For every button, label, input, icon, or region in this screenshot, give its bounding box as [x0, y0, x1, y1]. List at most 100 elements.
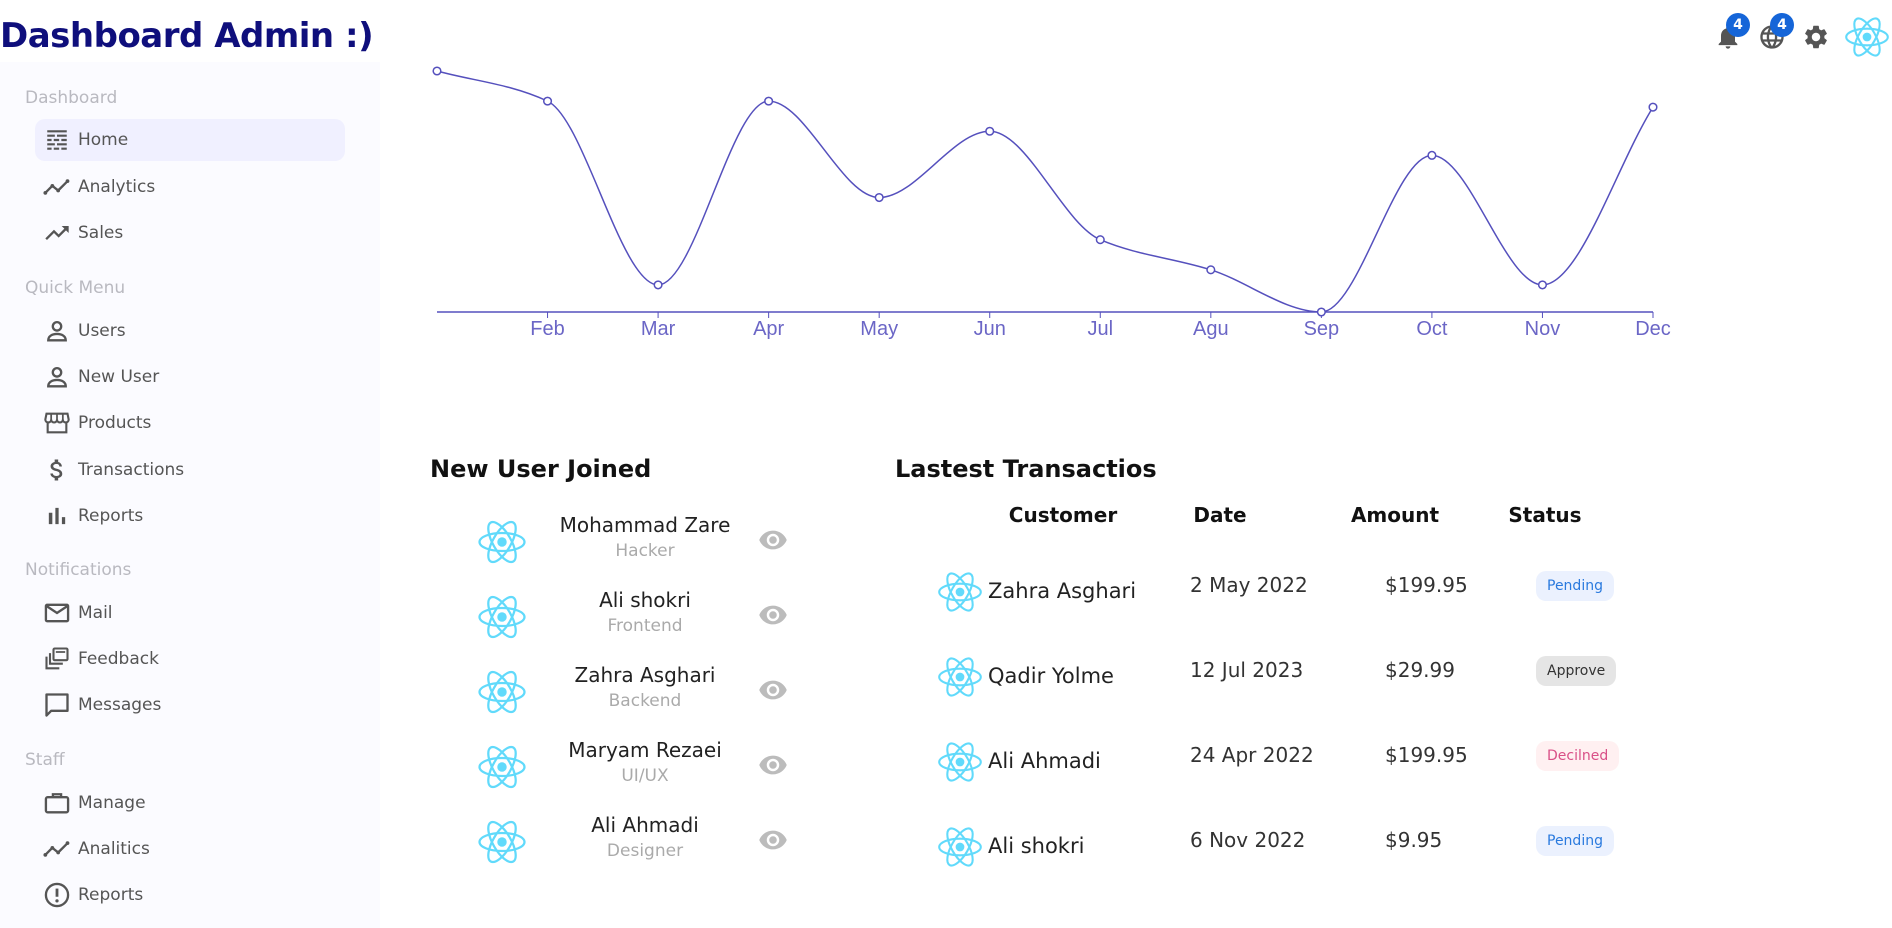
user-name: Mohammad Zare — [559, 513, 731, 537]
chart-svg: Feb Mar Apr May Jun Jul Agu Sep Oct Nov Dec — [432, 66, 1671, 340]
topbar-icons: 4 4 — [1706, 12, 1892, 62]
react-avatar-icon — [938, 657, 982, 697]
user-job: Backend — [608, 691, 682, 711]
eye-icon — [759, 530, 787, 550]
transaction-date: 12 Jul 2023 — [1190, 658, 1304, 682]
timeline-icon — [41, 171, 73, 203]
sidebar-item-feedback[interactable]: Feedback — [35, 638, 345, 680]
user-name: Ali shokri — [599, 588, 691, 612]
transactions-widget: Lastest Transactios Customer Date Amount… — [895, 455, 1675, 875]
transaction-date: 2 May 2022 — [1190, 573, 1308, 597]
settings-button[interactable] — [1794, 15, 1838, 59]
sidebar-item-analytics[interactable]: Analytics — [35, 166, 345, 208]
eye-icon — [759, 605, 787, 625]
sidebar-item-analitics[interactable]: Analitics — [35, 828, 345, 870]
sidebar-item-label: Sales — [78, 223, 124, 243]
sidebar-section-quick-menu: Quick Menu — [25, 278, 126, 298]
x-tick-label: Nov — [1525, 318, 1561, 340]
data-point[interactable] — [542, 96, 553, 106]
user-name: Ali Ahmadi — [591, 813, 699, 837]
sales-line-chart: Feb Mar Apr May Jun Jul Agu Sep Oct Nov Dec — [420, 55, 1680, 355]
user-icon — [41, 315, 73, 347]
sidebar-item-products[interactable]: Products — [35, 402, 345, 444]
view-user-button[interactable] — [755, 600, 791, 630]
sidebar-item-users[interactable]: Users — [35, 310, 345, 352]
react-avatar-icon — [1845, 17, 1889, 57]
notifications-button[interactable]: 4 — [1706, 13, 1750, 59]
transaction-amount: $199.95 — [1385, 573, 1468, 597]
sidebar-section-staff: Staff — [25, 750, 65, 770]
view-user-button[interactable] — [755, 675, 791, 705]
data-point[interactable] — [653, 280, 663, 290]
language-badge: 4 — [1770, 13, 1794, 37]
sidebar-item-new-user[interactable]: New User — [35, 356, 345, 398]
customer-name: Qadir Yolme — [988, 664, 1114, 688]
sidebar: Dashboard Home Analytics Sales Quick Men… — [0, 62, 380, 928]
react-avatar-icon — [478, 820, 526, 864]
react-avatar-icon — [478, 595, 526, 639]
language-button[interactable]: 4 — [1750, 13, 1794, 59]
status-badge[interactable]: Approve — [1536, 656, 1617, 686]
status-badge[interactable]: Pending — [1536, 571, 1614, 601]
data-point[interactable] — [1427, 150, 1437, 160]
x-tick-label: Dec — [1635, 318, 1671, 340]
x-tick-label: Agu — [1193, 318, 1229, 340]
storefront-icon — [41, 407, 73, 439]
status-badge[interactable]: Pending — [1536, 826, 1614, 856]
data-point[interactable] — [1316, 307, 1326, 317]
react-avatar-icon — [938, 742, 982, 782]
react-avatar-icon — [478, 745, 526, 789]
data-point[interactable] — [985, 126, 995, 136]
data-point[interactable] — [1648, 102, 1658, 112]
data-point[interactable] — [1537, 280, 1548, 290]
react-avatar-icon — [478, 670, 526, 714]
sidebar-item-transactions[interactable]: Transactions — [35, 449, 345, 491]
view-user-button[interactable] — [755, 825, 791, 855]
dollar-icon — [41, 454, 73, 486]
sidebar-section-dashboard: Dashboard — [25, 88, 118, 108]
sidebar-item-staff-reports[interactable]: Reports — [35, 874, 345, 916]
list-item: Zahra Asghari Backend — [475, 655, 805, 725]
column-header-status: Status — [1508, 503, 1582, 527]
data-point[interactable] — [1095, 235, 1105, 245]
x-tick-label: Jun — [974, 318, 1006, 340]
timeline-icon — [41, 833, 73, 865]
user-avatar[interactable] — [1842, 12, 1892, 62]
transaction-amount: $199.95 — [1385, 743, 1468, 767]
sidebar-item-mail[interactable]: Mail — [35, 592, 345, 634]
x-tick-label: Sep — [1304, 318, 1340, 340]
sidebar-item-reports[interactable]: Reports — [35, 495, 345, 537]
topbar: Dashboard Admin :) 4 4 — [0, 0, 1892, 62]
sidebar-item-home[interactable]: Home — [35, 119, 345, 161]
table-row: Zahra Asghari 2 May 2022 $199.95 Pending — [935, 555, 1655, 625]
sidebar-item-messages[interactable]: Messages — [35, 684, 345, 726]
list-item: Ali Ahmadi Designer — [475, 805, 805, 875]
data-point[interactable] — [1206, 265, 1216, 275]
user-job: Designer — [606, 841, 684, 861]
sidebar-item-label: Manage — [78, 793, 146, 813]
transaction-date: 6 Nov 2022 — [1190, 828, 1306, 852]
data-point[interactable] — [874, 192, 884, 203]
user-job: Hacker — [615, 541, 675, 561]
sidebar-item-manage[interactable]: Manage — [35, 782, 345, 824]
customer-name: Ali Ahmadi — [988, 749, 1101, 773]
view-user-button[interactable] — [755, 525, 791, 555]
chat-bubble-icon — [41, 689, 73, 721]
sidebar-item-label: Users — [78, 321, 126, 341]
status-badge[interactable]: Decilned — [1536, 741, 1620, 771]
data-point[interactable] — [764, 96, 774, 106]
mail-icon — [41, 597, 73, 629]
user-job: UI/UX — [621, 766, 669, 786]
sidebar-item-label: Feedback — [78, 649, 159, 669]
user-add-icon — [41, 361, 73, 393]
eye-icon — [759, 680, 787, 700]
list-item: Mohammad Zare Hacker — [475, 505, 805, 575]
sidebar-item-sales[interactable]: Sales — [35, 212, 345, 254]
view-user-button[interactable] — [755, 750, 791, 780]
eye-icon — [759, 830, 787, 850]
app-title[interactable]: Dashboard Admin :) — [0, 16, 374, 56]
data-point[interactable] — [432, 66, 442, 76]
gear-icon — [1805, 25, 1827, 49]
column-header-customer: Customer — [1008, 503, 1118, 527]
transaction-date: 24 Apr 2022 — [1190, 743, 1314, 767]
